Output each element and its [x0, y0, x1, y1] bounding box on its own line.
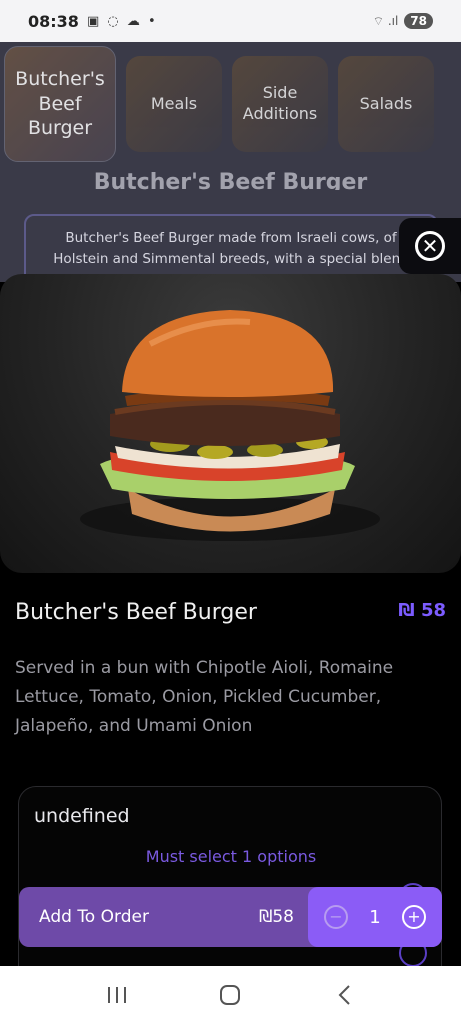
close-button[interactable]: ✕: [399, 218, 461, 274]
category-meals[interactable]: Meals: [126, 56, 222, 152]
product-name: Butcher's Beef Burger: [15, 600, 257, 625]
options-card: undefined Must select 1 options: [18, 786, 442, 986]
category-burger[interactable]: Butcher's Beef Burger: [4, 46, 116, 162]
status-bar: 08:38 ▣ ◌ ☁ • ⌔ .ıl 78: [0, 0, 461, 42]
product-description: Served in a bun with Chipotle Aioli, Rom…: [15, 658, 394, 737]
signal-icons: ⌔ .ıl: [372, 13, 399, 28]
burger-illustration: [80, 310, 380, 541]
back-icon[interactable]: [324, 975, 364, 1015]
quantity-stepper: − 1 +: [308, 887, 442, 947]
order-total: ₪58: [259, 907, 294, 927]
recents-icon[interactable]: [97, 975, 137, 1015]
status-time: 08:38: [28, 11, 79, 31]
notification-icons: ▣ ◌ ☁ •: [86, 13, 158, 29]
navigation-bar: [0, 966, 461, 1024]
add-to-order-button[interactable]: Add To Order ₪58 − 1 +: [19, 887, 442, 947]
product-price: ₪ 58: [398, 600, 446, 621]
status-right: ⌔ .ıl 78: [373, 13, 433, 29]
background-menu: Butcher's Beef Burger Meals Side Additio…: [0, 42, 461, 282]
category-side-additions[interactable]: Side Additions: [232, 56, 328, 152]
category-row: Butcher's Beef Burger Meals Side Additio…: [4, 46, 434, 162]
options-hint: Must select 1 options: [145, 847, 317, 866]
home-icon[interactable]: [210, 975, 250, 1015]
plus-icon[interactable]: +: [401, 905, 426, 929]
add-to-order-label: Add To Order: [39, 907, 149, 927]
minus-icon[interactable]: −: [324, 905, 348, 929]
section-title: Butcher's Beef Burger: [93, 170, 368, 190]
battery-indicator: 78: [404, 13, 433, 29]
product-image: [0, 274, 461, 573]
section-description: Butcher's Beef Burger made from Israeli …: [24, 214, 438, 282]
close-icon: ✕: [415, 231, 445, 261]
quantity-value: 1: [369, 906, 381, 928]
category-salads[interactable]: Salads: [338, 56, 434, 152]
options-title: undefined: [34, 805, 130, 827]
